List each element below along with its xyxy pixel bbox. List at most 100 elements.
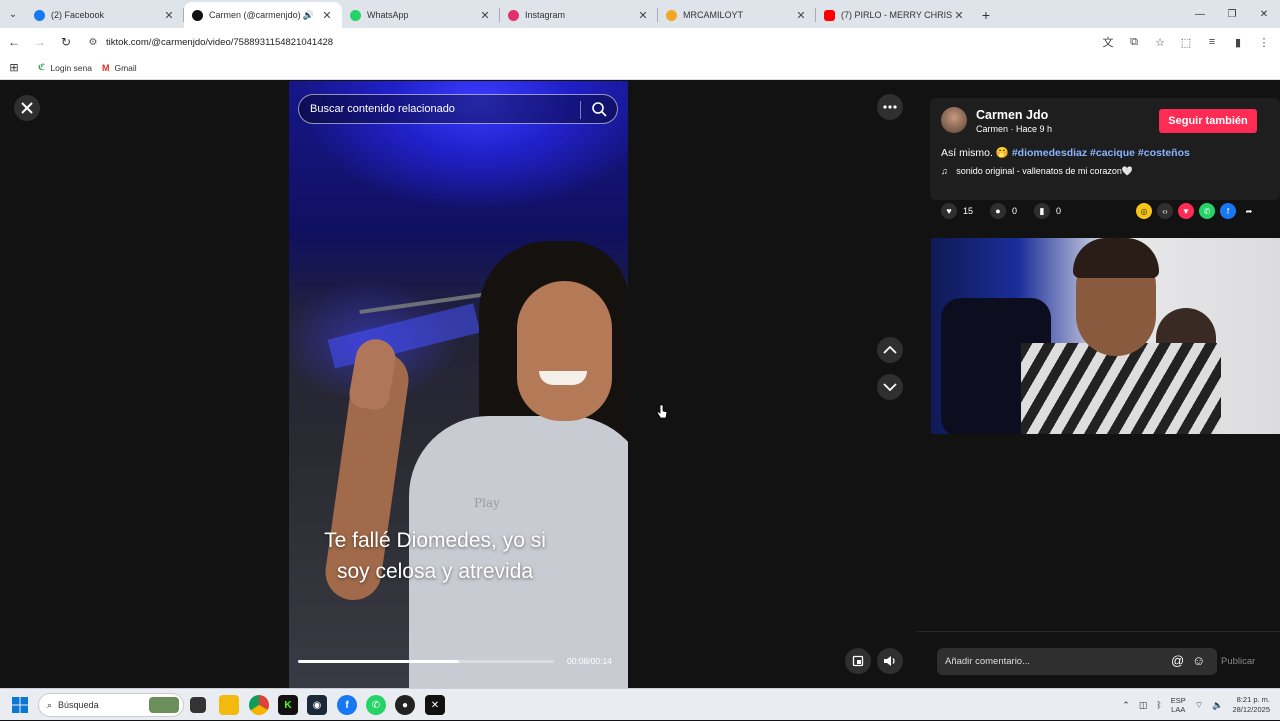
comment-icon: ● xyxy=(990,203,1007,219)
share-arrow-icon[interactable]: ➦ xyxy=(1241,203,1257,219)
reload-icon[interactable]: ↻ xyxy=(54,30,78,54)
send-icon[interactable]: ▼ xyxy=(1178,203,1194,219)
forward-arrow-icon[interactable]: → xyxy=(28,30,52,54)
close-tab-icon[interactable]: ✕ xyxy=(320,9,334,22)
install-app-icon[interactable]: ⧉ xyxy=(1124,30,1144,54)
avatar[interactable] xyxy=(941,107,967,133)
share-row: ◎ ‹› ▼ ✆ f ➦ xyxy=(1136,203,1257,219)
language-indicator[interactable]: ESP LAA xyxy=(1171,696,1186,714)
chrome-icon[interactable] xyxy=(249,695,269,715)
more-menu-icon[interactable]: ⋮ xyxy=(1254,30,1274,54)
comment-input[interactable]: Añadir comentario... @ ☺ xyxy=(937,648,1217,675)
search-icon: ⌕ xyxy=(47,699,53,710)
search-icon[interactable] xyxy=(591,101,607,117)
stage-light xyxy=(327,303,481,369)
reading-list-icon[interactable]: ≡ xyxy=(1202,30,1222,54)
whatsapp-share-icon[interactable]: ✆ xyxy=(1199,203,1215,219)
related-search-input[interactable]: Buscar contenido relacionado xyxy=(298,94,618,124)
caption-line-1: Te fallé Diomedes, yo si xyxy=(324,529,546,552)
clock-date: 28/12/2025 xyxy=(1232,705,1270,714)
system-tray: ⌃ ◫ ᛒ ESP LAA ⌔ 🔈 8:21 p. m. 28/12/2025 xyxy=(1122,689,1270,721)
facebook-icon xyxy=(34,9,45,21)
hashtags-link[interactable]: #diomedesdiaz #cacique #costeños xyxy=(1012,147,1190,159)
next-video-button[interactable] xyxy=(877,374,903,400)
volume-button[interactable] xyxy=(877,648,903,674)
tab-tiktok[interactable]: Carmen (@carmenjdo) | Ti 🔊 ✕ xyxy=(184,2,342,28)
volume-icon xyxy=(884,656,895,666)
video-player[interactable]: Play xyxy=(289,81,628,688)
publish-button[interactable]: Publicar xyxy=(1221,656,1255,667)
facebook-share-icon[interactable]: f xyxy=(1220,203,1236,219)
username[interactable]: Carmen Jdo xyxy=(976,108,1048,122)
windows-start-icon[interactable] xyxy=(12,697,28,713)
sena-icon: ℭ xyxy=(38,62,46,72)
chevron-up-icon xyxy=(883,346,897,354)
close-tab-icon[interactable]: ✕ xyxy=(636,9,650,22)
steam-icon[interactable]: ◉ xyxy=(307,695,327,715)
tab-instagram[interactable]: Instagram ✕ xyxy=(500,2,658,28)
save-button[interactable]: ▮ 0 xyxy=(1034,203,1061,219)
apps-grid-icon[interactable]: ⊞ xyxy=(0,61,28,74)
floating-player-icon xyxy=(852,655,864,667)
bookmark-gmail[interactable]: M Gmail xyxy=(102,63,137,73)
bluetooth-icon[interactable]: ᛒ xyxy=(1156,700,1161,710)
bookmark-star-icon[interactable]: ☆ xyxy=(1150,30,1170,54)
tab-youtube[interactable]: (7) PIRLO - MERRY CHRISTMAS ✕ xyxy=(816,2,974,28)
minimize-icon[interactable]: — xyxy=(1184,0,1216,28)
back-arrow-icon[interactable]: ← xyxy=(2,30,26,54)
file-explorer-icon[interactable] xyxy=(219,695,239,715)
new-tab-button[interactable]: + xyxy=(974,2,998,28)
tab-search-chevron-icon[interactable]: ⌄ xyxy=(0,0,26,28)
bookmark-login-sena[interactable]: ℭ Login sena xyxy=(38,62,92,73)
follow-button[interactable]: Seguir también xyxy=(1159,109,1257,133)
previous-video-button[interactable] xyxy=(877,337,903,363)
mention-icon[interactable]: @ xyxy=(1171,653,1184,668)
translate-icon[interactable]: 文 xyxy=(1098,30,1118,54)
video-viewer: Play Buscar contenido relacionado Te fal… xyxy=(0,81,1280,688)
audio-playing-icon[interactable]: 🔊 xyxy=(303,10,314,21)
close-tab-icon[interactable]: ✕ xyxy=(478,9,492,22)
embed-icon[interactable]: ‹› xyxy=(1157,203,1173,219)
close-tab-icon[interactable]: ✕ xyxy=(794,9,808,22)
address-bar[interactable]: ⚙ tiktok.com/@carmenjdo/video/7588931154… xyxy=(84,31,1092,53)
close-window-icon[interactable]: ✕ xyxy=(1248,0,1280,28)
video-progress-bar[interactable] xyxy=(298,660,554,663)
wifi-icon[interactable]: ⌔ xyxy=(1195,700,1203,711)
task-view-icon[interactable] xyxy=(190,697,206,713)
caption-line-2: soy celosa y atrevida xyxy=(336,560,534,583)
floating-player-button[interactable] xyxy=(845,648,871,674)
close-viewer-button[interactable] xyxy=(14,95,40,121)
capcut-icon[interactable]: ✕ xyxy=(425,695,445,715)
taskbar-search[interactable]: ⌕ Búsqueda xyxy=(38,693,184,717)
maximize-icon[interactable]: ❐ xyxy=(1216,0,1248,28)
tab-title: MRCAMILOYT xyxy=(683,10,744,20)
network-icon[interactable]: ◫ xyxy=(1139,700,1148,711)
bookmark-icon: ▮ xyxy=(1034,203,1051,219)
comment-button[interactable]: ● 0 xyxy=(990,203,1017,219)
whatsapp-app-icon[interactable]: ✆ xyxy=(366,695,386,715)
extensions-icon[interactable]: ⬚ xyxy=(1176,30,1196,54)
more-options-button[interactable] xyxy=(877,94,903,120)
tab-facebook[interactable]: (2) Facebook ✕ xyxy=(26,2,184,28)
channel-icon xyxy=(666,9,677,21)
like-count: 15 xyxy=(963,206,974,216)
heart-icon: ♥ xyxy=(941,203,957,219)
window-controls: — ❐ ✕ xyxy=(1184,0,1280,28)
site-info-icon[interactable]: ⚙ xyxy=(84,37,102,48)
coin-icon[interactable]: ◎ xyxy=(1136,203,1152,219)
tab-mrcamiloyt[interactable]: MRCAMILOYT ✕ xyxy=(658,2,816,28)
close-tab-icon[interactable]: ✕ xyxy=(162,9,176,22)
close-tab-icon[interactable]: ✕ xyxy=(952,9,966,22)
tab-whatsapp[interactable]: WhatsApp ✕ xyxy=(342,2,500,28)
like-button[interactable]: ♥ 15 xyxy=(941,203,973,219)
obs-icon[interactable]: ● xyxy=(395,695,415,715)
profile-icon[interactable]: ▮ xyxy=(1228,30,1248,54)
facebook-app-icon[interactable]: f xyxy=(337,695,357,715)
speaker-icon[interactable]: 🔈 xyxy=(1212,700,1223,711)
clock[interactable]: 8:21 p. m. 28/12/2025 xyxy=(1232,695,1270,715)
emoji-icon[interactable]: ☺ xyxy=(1192,653,1205,668)
music-info[interactable]: ♫ sonido original - vallenatos de mi cor… xyxy=(941,166,1133,177)
taskbar: ⌕ Búsqueda K ◉ f ✆ ● ✕ ⌃ ◫ ᛒ ESP LAA ⌔ 🔈… xyxy=(0,688,1280,720)
kick-icon[interactable]: K xyxy=(278,695,298,715)
show-hidden-icons-icon[interactable]: ⌃ xyxy=(1122,700,1130,711)
